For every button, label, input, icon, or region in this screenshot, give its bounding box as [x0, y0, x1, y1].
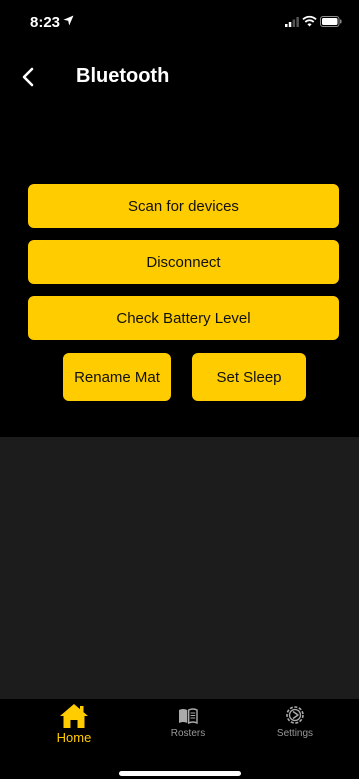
- tab-home[interactable]: Home: [29, 699, 119, 759]
- gear-icon: [286, 706, 304, 724]
- book-icon: [179, 708, 198, 725]
- tab-rosters[interactable]: Rosters: [143, 699, 233, 759]
- tab-rosters-label: Rosters: [170, 728, 206, 739]
- wifi-icon: [302, 15, 317, 27]
- page-title: Bluetooth: [76, 65, 170, 87]
- home-indicator: [119, 771, 241, 776]
- set-sleep-button[interactable]: Set Sleep: [192, 353, 306, 401]
- rename-mat-button[interactable]: Rename Mat: [63, 353, 171, 401]
- status-time: 8:23: [30, 14, 61, 31]
- tab-settings[interactable]: Settings: [250, 699, 340, 759]
- battery-icon: [320, 16, 342, 27]
- check-battery-button[interactable]: Check Battery Level: [28, 296, 339, 340]
- nav-header: Bluetooth: [0, 55, 359, 99]
- disconnect-button[interactable]: Disconnect: [28, 240, 339, 284]
- scan-devices-button[interactable]: Scan for devices: [28, 184, 339, 228]
- tab-home-label: Home: [56, 730, 92, 745]
- content-panel: [0, 437, 359, 699]
- back-button[interactable]: [14, 63, 42, 91]
- chevron-left-icon: [22, 67, 34, 87]
- tab-bar: Home Rosters Settings: [0, 699, 359, 779]
- status-bar: 8:23: [0, 0, 359, 44]
- location-arrow-icon: [63, 15, 74, 26]
- signal-icon: [285, 17, 299, 27]
- tab-settings-label: Settings: [276, 728, 314, 739]
- home-icon: [60, 704, 88, 728]
